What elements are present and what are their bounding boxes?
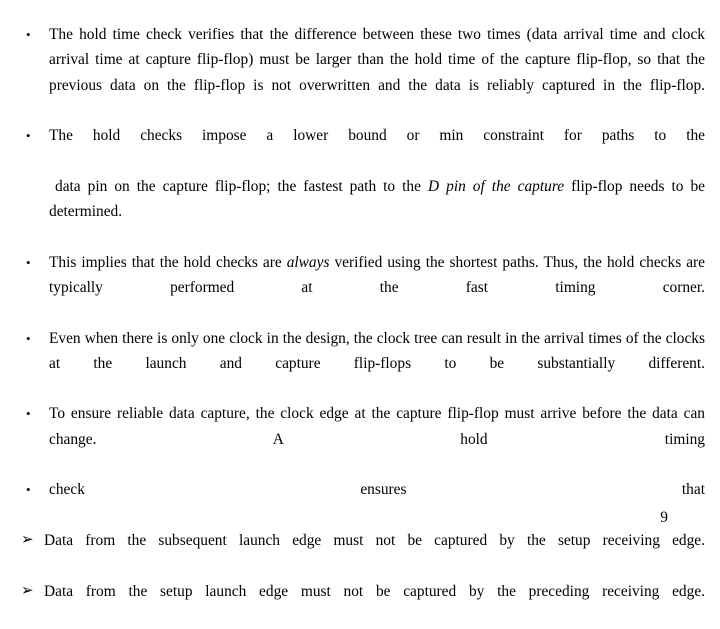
emphasis-text-run: always [286, 253, 330, 271]
slide-canvas: • The hold time check verifies that the d… [0, 0, 720, 600]
arrow-bullet-icon: ➢ [21, 582, 34, 599]
slide-body-bullet-list: • The hold time check verifies that the d… [0, 22, 720, 629]
bullet-item: • To ensure reliable data capture, the cl… [0, 401, 720, 477]
dot-bullet-icon: • [26, 254, 31, 270]
bullet-text: The hold time check verifies that the di… [49, 22, 705, 123]
bullet-item: ➢ Data from the setup launch edge must n… [0, 579, 720, 629]
bullet-text: Data from the subsequent launch edge mus… [44, 528, 705, 579]
bullet-item: • This implies that the hold checks are a… [0, 250, 720, 326]
bullet-item: • The hold time check verifies that the d… [0, 22, 720, 123]
bullet-item: data pin on the capture flip-flop; the f… [0, 174, 720, 250]
dot-bullet-icon: • [26, 406, 31, 422]
text-run: The hold time check verifies that the di… [49, 26, 705, 94]
bullet-text: check ensures that [49, 477, 705, 528]
bullet-text: data pin on the capture flip-flop; the f… [49, 174, 705, 250]
text-run: To ensure reliable data capture, the clo… [49, 405, 705, 448]
text-run: The hold checks impose a lower bound or … [49, 127, 705, 145]
bullet-text: Data from the setup launch edge must not… [44, 579, 705, 629]
bullet-text: To ensure reliable data capture, the clo… [49, 401, 705, 477]
emphasis-text-run: D pin of the capture [427, 177, 565, 195]
text-run: Data from the setup launch edge must not… [44, 582, 705, 600]
text-run: check ensures that [49, 481, 705, 499]
bullet-item: ➢ Data from the subsequent launch edge m… [0, 528, 720, 579]
bullet-item: • Even when there is only one clock in th… [0, 326, 720, 402]
text-run: This implies that the hold checks are [49, 253, 287, 271]
bullet-text: Even when there is only one clock in the… [49, 326, 705, 402]
page-number: 9 [660, 509, 668, 526]
text-run: Even when there is only one clock in the… [49, 329, 705, 372]
dot-bullet-icon: • [26, 482, 31, 498]
dot-bullet-icon: • [26, 330, 31, 346]
text-run: Data from the subsequent launch edge mus… [44, 531, 705, 549]
arrow-bullet-icon: ➢ [21, 531, 34, 548]
dot-bullet-icon: • [26, 128, 31, 144]
bullet-text: This implies that the hold checks are al… [49, 250, 705, 326]
bullet-text: The hold checks impose a lower bound or … [49, 123, 705, 174]
bullet-item: • The hold checks impose a lower bound or… [0, 123, 720, 174]
text-run: data pin on the capture flip-flop; the f… [55, 177, 428, 195]
dot-bullet-icon: • [26, 27, 31, 42]
bullet-item: • check ensures that [0, 477, 720, 528]
